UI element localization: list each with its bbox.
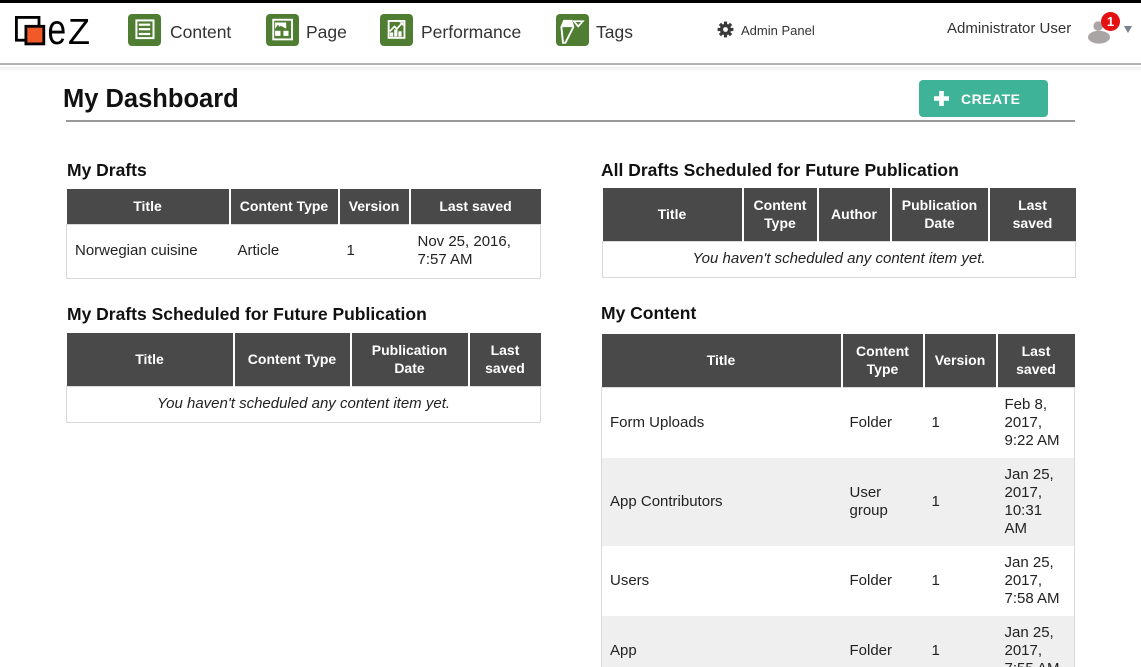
svg-text:Z: Z xyxy=(68,12,90,48)
svg-text:e: e xyxy=(47,12,66,48)
